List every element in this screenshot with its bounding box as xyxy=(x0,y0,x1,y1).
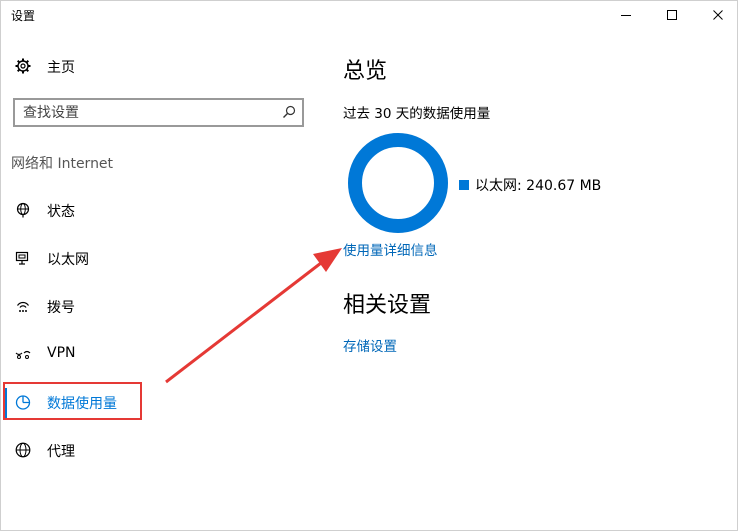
usage-period-label: 过去 30 天的数据使用量 xyxy=(343,106,491,122)
section-title: 网络和 Internet xyxy=(11,156,114,172)
search-box[interactable] xyxy=(13,98,304,127)
sidebar-item-label: 数据使用量 xyxy=(47,396,117,412)
pie-chart-icon xyxy=(15,395,31,410)
sidebar-item-vpn[interactable]: VPN xyxy=(1,334,301,374)
dialup-icon xyxy=(16,301,30,312)
related-settings-title: 相关设置 xyxy=(343,293,432,318)
usage-details-link[interactable]: 使用量详细信息 xyxy=(343,239,438,259)
settings-window: 设置 主页 网络和 Internet xyxy=(0,0,738,531)
search-icon[interactable] xyxy=(282,105,296,119)
close-button[interactable] xyxy=(695,1,738,29)
sidebar-item-home[interactable]: 主页 xyxy=(1,46,301,86)
globe-status-icon xyxy=(16,202,30,218)
window-title: 设置 xyxy=(11,9,36,23)
search-input[interactable] xyxy=(23,104,273,122)
sidebar-item-label: 以太网 xyxy=(47,252,89,268)
close-icon xyxy=(713,10,723,20)
sidebar-item-ethernet[interactable]: 以太网 xyxy=(1,238,301,278)
donut-segment-ethernet xyxy=(348,133,448,233)
ethernet-icon xyxy=(15,251,29,265)
legend-label: 以太网: 240.67 MB xyxy=(475,178,602,194)
overview-title: 总览 xyxy=(343,59,388,84)
sidebar-item-label: 代理 xyxy=(47,444,75,460)
maximize-icon xyxy=(667,10,677,20)
usage-donut-chart xyxy=(348,133,448,233)
vpn-icon xyxy=(15,350,31,359)
minimize-icon xyxy=(621,15,631,16)
sidebar-item-status[interactable]: 状态 xyxy=(1,190,301,230)
title-bar: 设置 xyxy=(1,1,737,29)
sidebar-item-data-usage[interactable]: 数据使用量 xyxy=(1,382,301,422)
gear-icon xyxy=(15,58,31,74)
maximize-button[interactable] xyxy=(649,1,695,29)
sidebar-item-label: 状态 xyxy=(47,204,75,220)
sidebar-item-label: 主页 xyxy=(47,60,75,76)
legend-swatch xyxy=(459,180,469,190)
minimize-button[interactable] xyxy=(603,1,649,29)
sidebar-item-proxy[interactable]: 代理 xyxy=(1,430,301,470)
globe-icon xyxy=(15,442,31,458)
sidebar-item-label: VPN xyxy=(47,345,76,361)
storage-settings-link[interactable]: 存储设置 xyxy=(343,335,397,355)
usage-legend: 以太网: 240.67 MB xyxy=(459,175,601,195)
sidebar-item-label: 拨号 xyxy=(47,300,75,316)
sidebar-item-dialup[interactable]: 拨号 xyxy=(1,286,301,326)
